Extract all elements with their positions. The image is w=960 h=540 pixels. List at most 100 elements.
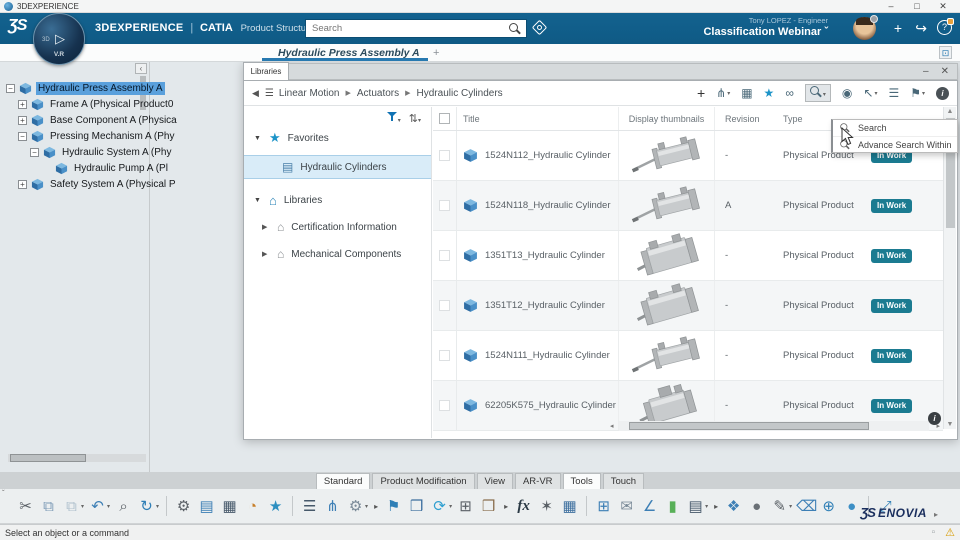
minimize-button[interactable]: – (878, 1, 904, 11)
breadcrumb-item[interactable]: ▶ Actuators (339, 88, 399, 99)
info-icon[interactable]: i (936, 86, 949, 100)
classification-tree-icon[interactable]: ⋔▾ (716, 86, 730, 100)
update-icon[interactable]: ↻ ▾ (137, 497, 159, 515)
spreadsheet-icon[interactable]: ▦ ▾ (220, 497, 239, 515)
row-checkbox[interactable] (433, 331, 457, 380)
cut-icon[interactable]: ✂ ▾ (16, 497, 35, 515)
row-checkbox[interactable] (433, 281, 457, 330)
group-expand-icon[interactable]: ▸ (504, 502, 508, 511)
workspace-selector[interactable]: Classification Webinar ˇ (703, 26, 828, 38)
tree-collapse-arrow[interactable]: ‹ (135, 63, 147, 74)
group-expand-icon[interactable]: ▸ (714, 502, 718, 511)
menu-icon[interactable]: ☰ (265, 88, 274, 99)
select-cursor-icon[interactable]: ↖▾ (863, 86, 877, 100)
equalizer-icon[interactable]: ▤ ▾ (686, 497, 709, 515)
global-search-box[interactable] (305, 19, 527, 38)
user-block[interactable]: Tony LOPEZ - Engineer Classification Web… (703, 16, 828, 38)
tree-expander[interactable] (6, 83, 15, 93)
layers-icon[interactable]: ❒ ▾ (407, 497, 426, 515)
ribbon-tab-ar-vr[interactable]: AR-VR (514, 473, 561, 489)
table-vertical-scrollbar[interactable]: ▲ ▼ (943, 107, 956, 429)
tree-horizontal-scrollbar[interactable] (8, 454, 146, 462)
mail-gear-icon[interactable]: ✉ ▾ (617, 497, 636, 515)
scroll-left-icon[interactable]: ◂ (610, 422, 614, 430)
formula-icon[interactable]: fx ▾ (514, 498, 533, 515)
design-table-icon[interactable]: ⊞ ▾ (594, 497, 613, 515)
global-search-input[interactable] (306, 23, 509, 34)
ribbon-tab-product-modification[interactable]: Product Modification (372, 473, 475, 489)
panel-minimize-button[interactable]: – (923, 66, 929, 77)
new-table-icon[interactable]: ▦ (741, 86, 752, 100)
shaded-sphere-icon[interactable]: ● ▾ (747, 498, 766, 515)
user-avatar[interactable] (853, 15, 878, 40)
nav-item-hydraulic-cylinders[interactable]: ▤ Hydraulic Cylinders (244, 155, 431, 179)
nav-library-item[interactable]: ▶ ⌂ Certification Information (244, 218, 431, 236)
tree-item-hydraulic-press-assembly[interactable]: Hydraulic Press Assembly A (6, 80, 165, 96)
search-icon[interactable] (509, 22, 521, 35)
ribbon-tab-view[interactable]: View (476, 473, 513, 489)
select-structure-icon[interactable]: ⊞ ▾ (456, 497, 475, 515)
3d-compass[interactable]: 3D ▷ V.R (33, 13, 85, 65)
structure-flag-icon[interactable]: ⚑ ▾ (384, 497, 403, 515)
tree-expander[interactable] (30, 147, 39, 157)
search-menu-icon[interactable]: ▾ (804, 84, 831, 102)
row-checkbox[interactable] (433, 231, 457, 280)
catalog-book-icon[interactable]: ❒ ▾ (479, 497, 498, 515)
select-all-checkbox[interactable] (433, 107, 457, 130)
restore-panel-icon[interactable]: ⊡ (939, 46, 952, 59)
close-button[interactable]: ✕ (930, 1, 956, 12)
expander-closed-icon[interactable]: ▶ (262, 250, 270, 258)
column-header-thumbnails[interactable]: Display thumbnails (619, 107, 715, 130)
list-icon[interactable]: ☰ ▾ (300, 497, 319, 515)
panel-toggle-icon[interactable]: ▫ (932, 527, 936, 538)
panel-close-button[interactable]: ✕ (941, 66, 949, 77)
maximize-button[interactable]: □ (904, 1, 930, 11)
favorites-star-icon[interactable]: ★ ▾ (266, 497, 285, 515)
settings-screen-icon[interactable]: ⚙ ▾ (346, 497, 368, 515)
expander-open-icon[interactable]: ▼ (254, 135, 262, 142)
table-row[interactable]: 1524N118_Hydraulic Cylinder A Physical P… (433, 181, 943, 231)
new-tab-button[interactable]: + (433, 47, 439, 59)
tag-icon[interactable] (531, 19, 548, 36)
table-row[interactable]: 1351T12_Hydraulic Cylinder - Physical Pr… (433, 281, 943, 331)
sync-icon[interactable]: ⟳ ▾ (430, 497, 452, 515)
row-checkbox[interactable] (433, 381, 457, 430)
material-icon[interactable]: ❖ ▾ (724, 497, 743, 515)
people-database-icon[interactable]: ◉ (842, 86, 852, 100)
report-chart-icon[interactable]: ◔ ▾ (243, 498, 262, 515)
tree-expander[interactable] (18, 179, 27, 189)
tree-expander[interactable] (18, 115, 27, 125)
notification-info-icon[interactable]: i (928, 412, 941, 425)
collapse-ribbon-icon[interactable]: ˇ (2, 489, 5, 498)
row-checkbox[interactable] (433, 181, 457, 230)
tree-item-hydraulic-pump[interactable]: Hydraulic Pump A (Pl (42, 160, 168, 176)
add-content-button[interactable]: + (894, 20, 902, 36)
libraries-panel-tab[interactable]: Libraries (243, 62, 289, 80)
breadcrumb-item[interactable]: ▶ Hydraulic Cylinders (399, 88, 503, 99)
tree-item-pressing-mechanism[interactable]: Pressing Mechanism A (Phy (18, 128, 175, 144)
table-row[interactable]: 1351T13_Hydraulic Cylinder - Physical Pr… (433, 231, 943, 281)
scroll-down-icon[interactable]: ▼ (944, 421, 956, 428)
favorite-star-icon[interactable]: ★ (764, 86, 775, 100)
group-expand-icon[interactable]: ▸ (934, 510, 938, 519)
tree-expander[interactable] (18, 131, 27, 141)
list-select-icon[interactable]: ▤ ▾ (197, 497, 216, 515)
ribbon-tab-touch[interactable]: Touch (602, 473, 645, 489)
breadcrumb-item[interactable]: ▶ Linear Motion (279, 88, 340, 99)
paste-icon[interactable]: ⧉ ▾ (62, 498, 84, 515)
tree-item-hydraulic-system[interactable]: Hydraulic System A (Phy (30, 144, 171, 160)
undo-icon[interactable]: ↶ ▾ (88, 497, 110, 515)
relations-icon[interactable]: ⋔ ▾ (323, 497, 342, 515)
scroll-up-icon[interactable]: ▲ (944, 108, 956, 115)
expander-open-icon[interactable]: ▼ (254, 197, 262, 204)
add-item-icon[interactable]: + (697, 85, 705, 101)
table-horizontal-scrollbar[interactable]: ◂ ▸ (610, 421, 940, 431)
column-header-revision[interactable]: Revision (715, 114, 783, 124)
libraries-section[interactable]: ▼ ⌂ Libraries (244, 191, 431, 209)
filter-flag-icon[interactable]: ⚑▾ (910, 86, 925, 100)
tree-expander[interactable] (18, 99, 27, 109)
scrollbar-thumb[interactable] (10, 454, 86, 462)
tree-item-base-component[interactable]: Base Component A (Physica (18, 112, 177, 128)
tree-item-safety-system[interactable]: Safety System A (Physical P (18, 176, 176, 192)
ribbon-tab-standard[interactable]: Standard (315, 473, 371, 489)
